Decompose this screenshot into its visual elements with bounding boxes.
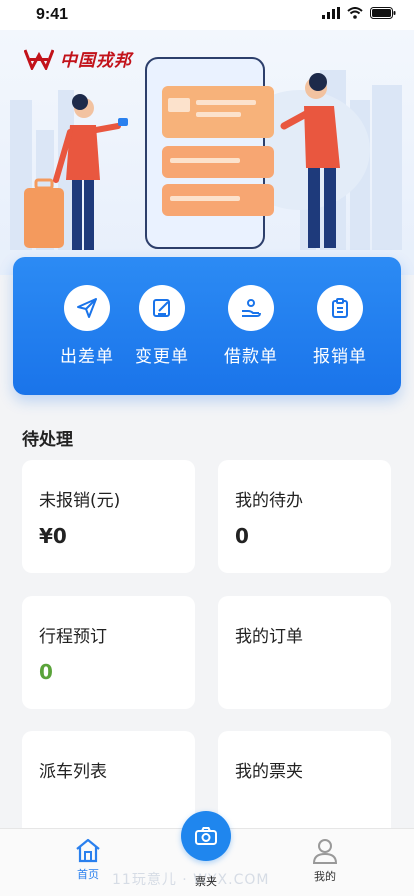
tab-home[interactable]: 首页 — [53, 837, 123, 882]
ticket-folder-camera-button[interactable] — [181, 811, 231, 861]
change-form-button[interactable]: 变更单 — [117, 285, 207, 367]
pending-section-title: 待处理 — [22, 430, 73, 450]
wifi-icon — [347, 7, 363, 19]
hero-banner: 中国戎邦 — [0, 30, 414, 275]
status-time: 9:41 — [36, 6, 69, 23]
card-value: ¥0 — [39, 524, 67, 548]
my-orders-card[interactable]: 我的订单 — [218, 596, 391, 709]
card-title: 我的待办 — [235, 491, 303, 511]
action-label: 借款单 — [224, 347, 278, 367]
loan-icon — [228, 285, 274, 331]
tab-label: 票夹 — [195, 875, 217, 888]
status-icons — [322, 7, 396, 19]
card-title: 未报销(元) — [39, 491, 121, 511]
tab-label: 首页 — [77, 868, 99, 881]
quick-actions-panel: 出差单 变更单 借款单 报销单 — [13, 257, 401, 395]
battery-icon — [370, 7, 396, 19]
logo-emblem-icon — [24, 48, 54, 70]
brand-logo: 中国戎邦 — [24, 46, 132, 71]
tab-label: 我的 — [314, 870, 336, 883]
loan-form-button[interactable]: 借款单 — [206, 285, 296, 367]
camera-icon — [195, 827, 217, 845]
paper-plane-icon — [64, 285, 110, 331]
home-icon — [76, 838, 100, 863]
card-value: 0 — [39, 660, 53, 684]
action-label: 变更单 — [135, 347, 189, 367]
action-label: 报销单 — [313, 347, 367, 367]
unreimbursed-card[interactable]: 未报销(元) ¥0 — [22, 460, 195, 573]
card-title: 派车列表 — [39, 762, 107, 782]
card-value: 0 — [235, 524, 249, 548]
status-bar: 9:41 — [0, 0, 414, 30]
card-title: 我的票夹 — [235, 762, 303, 782]
clipboard-icon — [317, 285, 363, 331]
card-title: 我的订单 — [235, 627, 303, 647]
tab-mine[interactable]: 我的 — [290, 837, 360, 884]
signal-icon — [322, 7, 340, 19]
edit-icon — [139, 285, 185, 331]
my-todo-card[interactable]: 我的待办 0 — [218, 460, 391, 573]
reimbursement-form-button[interactable]: 报销单 — [295, 285, 385, 367]
brand-name: 中国戎邦 — [60, 51, 132, 71]
user-icon — [312, 839, 338, 864]
card-title: 行程预订 — [39, 627, 107, 647]
trip-booking-card[interactable]: 行程预订 0 — [22, 596, 195, 709]
bottom-tab-bar: 11玩意儿 · WYX.COM 首页 票夹 我的 — [0, 811, 414, 896]
